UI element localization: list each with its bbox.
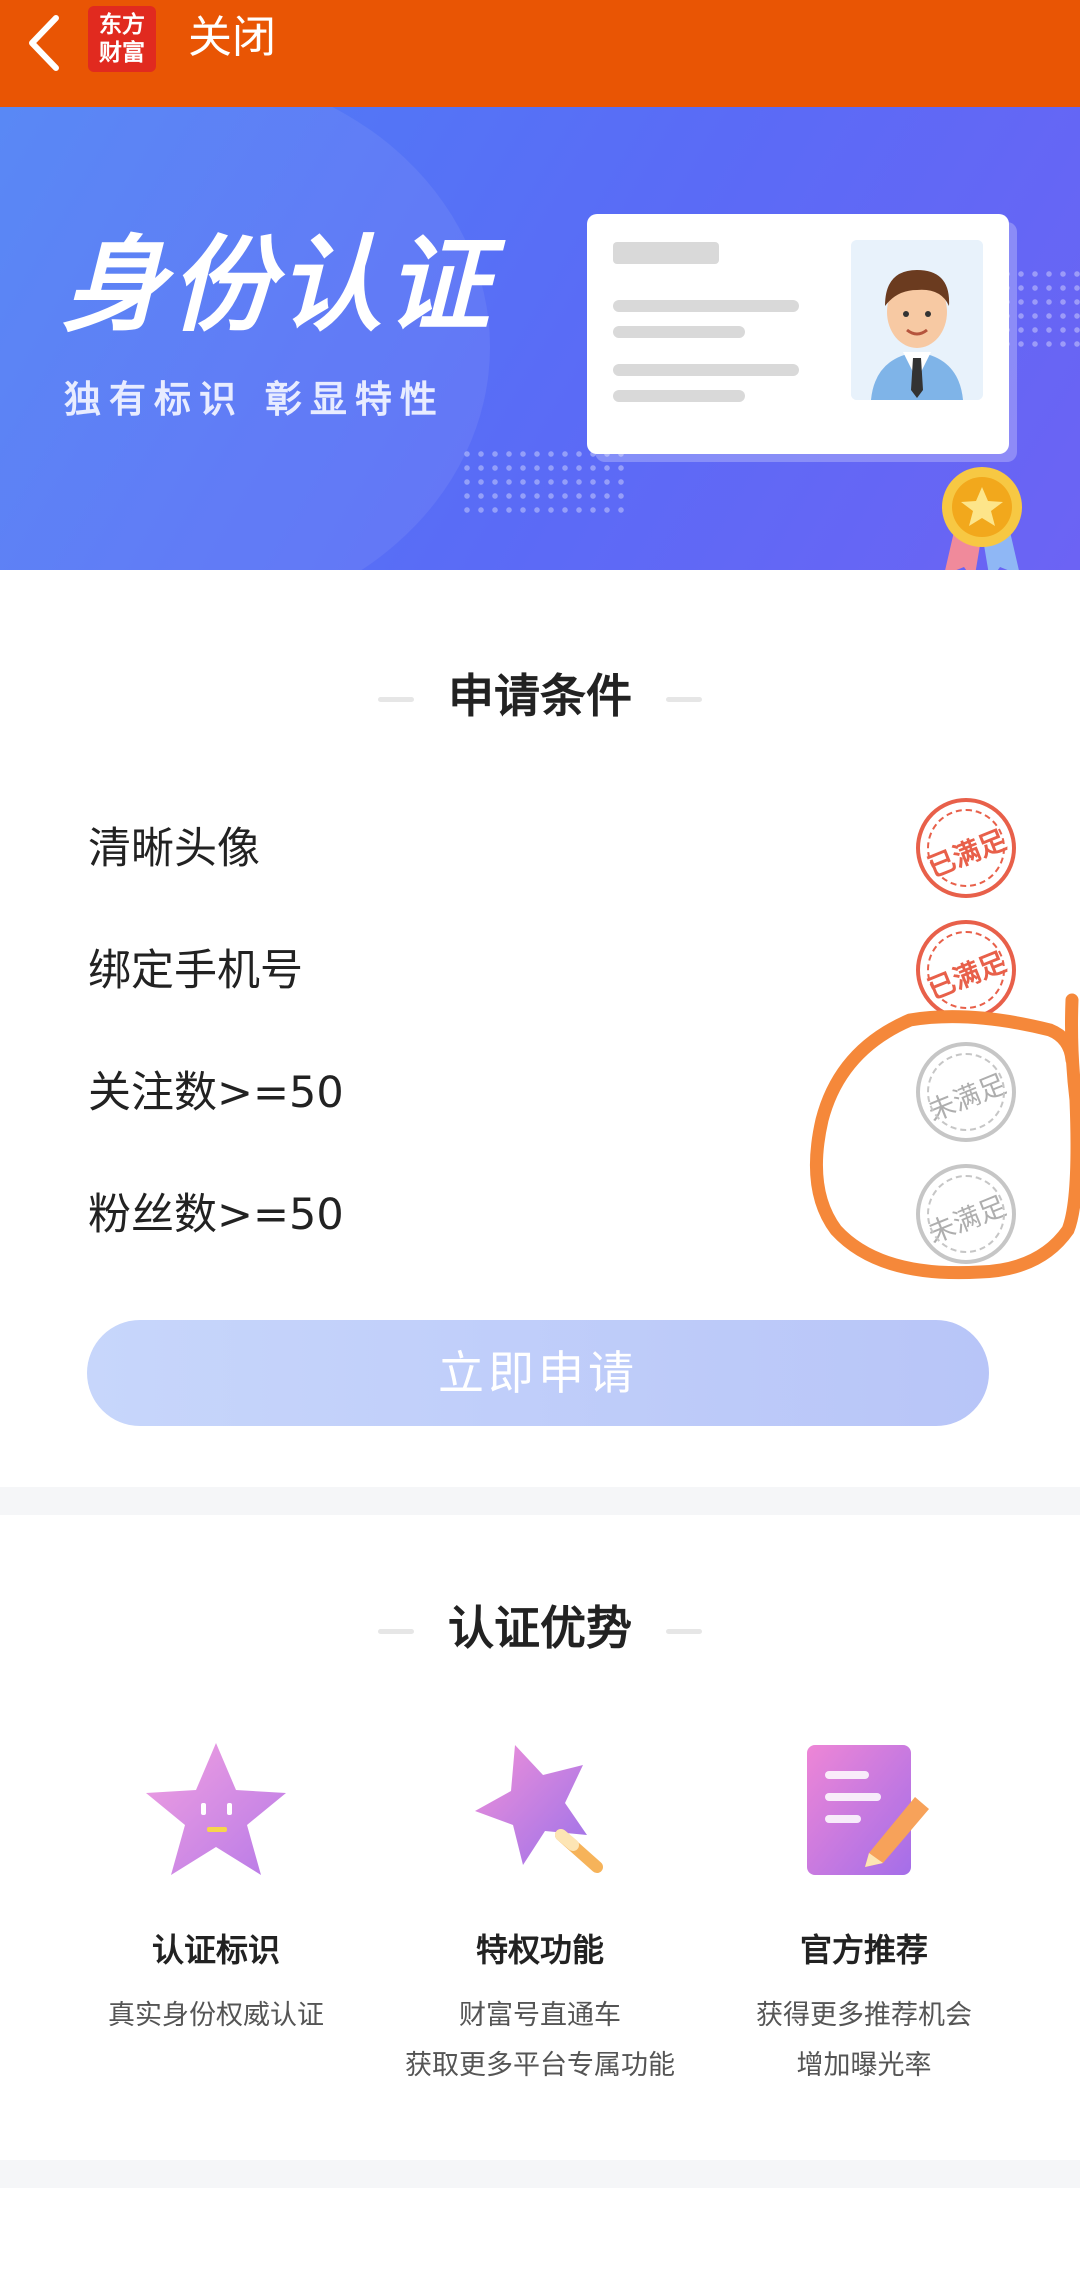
unsatisfied-stamp: 未满足	[916, 1042, 1016, 1142]
advantages-section-title: 认证优势	[0, 1592, 1080, 1658]
document-pen-icon	[789, 1735, 939, 1885]
apply-now-button[interactable]: 立即申请	[87, 1320, 989, 1426]
avatar-icon	[851, 240, 983, 400]
medal-icon	[938, 463, 1026, 570]
top-bar: 东方 财富 关闭	[0, 0, 1080, 107]
back-arrow-icon[interactable]	[22, 10, 66, 76]
close-button[interactable]: 关闭	[188, 8, 276, 68]
satisfied-stamp: 已满足	[916, 920, 1016, 1020]
advantage-name: 特权功能	[475, 1931, 604, 1969]
id-card-illustration	[587, 214, 1009, 454]
condition-label: 清晰头像	[88, 824, 260, 874]
unsatisfied-stamp: 未满足	[916, 1164, 1016, 1264]
shooting-star-icon	[465, 1735, 615, 1885]
condition-label: 绑定手机号	[88, 946, 303, 996]
condition-row: 绑定手机号 已满足	[88, 920, 1028, 1020]
advantage-name: 官方推荐	[799, 1931, 928, 1969]
advantage-desc: 获得更多推荐机会 增加曝光率	[756, 2000, 972, 2081]
section-divider	[0, 2160, 1080, 2188]
section-divider	[0, 1487, 1080, 1515]
advantage-desc: 真实身份权威认证	[108, 2000, 324, 2031]
condition-row: 粉丝数>=50 未满足	[88, 1164, 1028, 1264]
app-logo: 东方 财富	[88, 6, 156, 72]
satisfied-stamp: 已满足	[916, 798, 1016, 898]
advantage-name: 认证标识	[151, 1931, 280, 1969]
star-face-icon	[141, 1735, 291, 1885]
advantage-item: 官方推荐 获得更多推荐机会 增加曝光率	[704, 1735, 1024, 2091]
banner-title: 身份认证	[62, 224, 495, 346]
condition-row: 关注数>=50 未满足	[88, 1042, 1028, 1142]
banner-subtitle: 独有标识 彰显特性	[64, 378, 445, 421]
condition-label: 粉丝数>=50	[88, 1190, 344, 1240]
conditions-section-title: 申请条件	[0, 660, 1080, 726]
advantage-item: 认证标识 真实身份权威认证	[56, 1735, 376, 2041]
advantage-desc: 财富号直通车 获取更多平台专属功能	[405, 2000, 675, 2081]
condition-row: 清晰头像 已满足	[88, 798, 1028, 898]
advantage-item: 特权功能 财富号直通车 获取更多平台专属功能	[380, 1735, 700, 2091]
verification-banner: 身份认证 独有标识 彰显特性	[0, 107, 1080, 570]
condition-label: 关注数>=50	[88, 1068, 344, 1118]
